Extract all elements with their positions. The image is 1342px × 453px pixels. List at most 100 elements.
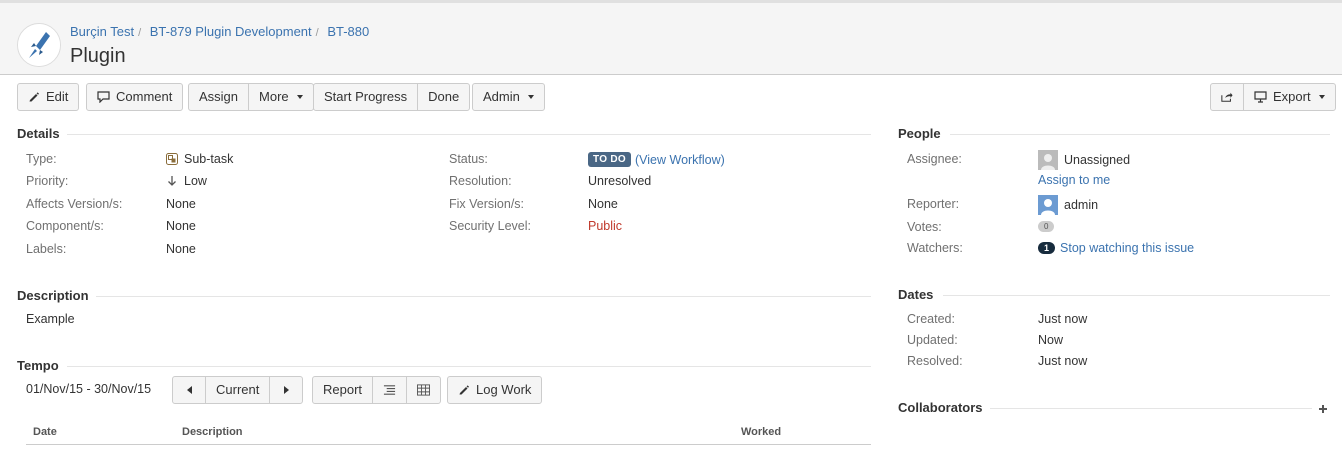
edit-button[interactable]: Edit [17, 83, 80, 111]
done-button[interactable]: Done [417, 83, 471, 111]
share-export-group: Export [1210, 83, 1336, 111]
more-button[interactable]: More [248, 83, 314, 111]
export-button[interactable]: Export [1243, 83, 1336, 111]
export-button-label: Export [1273, 89, 1311, 104]
created-label: Created: [907, 312, 955, 326]
previous-period-button[interactable] [172, 376, 206, 404]
next-period-button[interactable] [269, 376, 304, 404]
page-title: Plugin [70, 45, 126, 67]
table-icon [417, 384, 431, 396]
tempo-view-group: Report [312, 376, 442, 404]
caret-left-icon [186, 386, 192, 394]
reporter-value[interactable]: admin [1038, 195, 1098, 215]
worklog-header-divider [26, 444, 871, 445]
chevron-down-icon [296, 95, 303, 99]
details-divider [67, 134, 871, 135]
fix-version-label: Fix Version/s: [449, 197, 525, 211]
affects-version-label: Affects Version/s: [26, 197, 123, 211]
resolution-label: Resolution: [449, 174, 512, 188]
worklog-col-description[interactable]: Description [182, 426, 243, 438]
labels-label: Labels: [26, 242, 67, 256]
status-value: TO DO (View Workflow) [588, 152, 725, 167]
view-workflow-text: View Workflow [639, 152, 721, 167]
dates-divider [943, 295, 1330, 296]
view-workflow-link[interactable]: (View Workflow) [635, 153, 725, 167]
type-value: Sub-task [166, 152, 233, 166]
resolved-value: Just now [1038, 354, 1088, 368]
security-level-value: Public [588, 219, 623, 233]
comment-icon [97, 91, 110, 103]
admin-button[interactable]: Admin [472, 83, 545, 111]
watchers-count-badge[interactable]: 1 [1038, 242, 1056, 254]
priority-value-text: Low [184, 174, 207, 188]
breadcrumb-issue-key[interactable]: BT-880 [327, 24, 369, 39]
security-level-label: Security Level: [449, 219, 531, 233]
assignee-value-text: Unassigned [1064, 153, 1131, 167]
people-heading: People [898, 126, 941, 141]
done-button-label: Done [428, 89, 460, 104]
list-icon [383, 385, 396, 395]
description-text[interactable]: Example [26, 312, 75, 326]
details-heading: Details [17, 126, 60, 141]
labels-value: None [166, 242, 196, 256]
log-work-button[interactable]: Log Work [447, 376, 543, 404]
workflow-group: Start Progress Done [313, 83, 471, 111]
subtask-icon [166, 153, 178, 165]
chevron-down-icon [527, 95, 534, 99]
status-label: Status: [449, 152, 488, 166]
votes-count-badge[interactable]: 0 [1038, 221, 1055, 232]
breadcrumb-project[interactable]: Burçin Test [70, 24, 134, 39]
grid-view-button[interactable] [406, 376, 442, 404]
description-heading: Description [17, 288, 89, 303]
votes-label: Votes: [907, 220, 942, 234]
assignee-value: Unassigned [1038, 150, 1130, 170]
assign-to-me-link[interactable]: Assign to me [1038, 173, 1110, 187]
comment-button[interactable]: Comment [86, 83, 184, 111]
reporter-label: Reporter: [907, 197, 960, 211]
share-icon [1221, 92, 1233, 102]
admin-button-label: Admin [483, 89, 520, 104]
votes-value: 0 [1038, 221, 1055, 232]
affects-version-value: None [166, 197, 196, 211]
worklog-col-date[interactable]: Date [33, 426, 57, 438]
current-period-button[interactable]: Current [205, 376, 271, 404]
log-work-label: Log Work [476, 382, 532, 397]
collaborators-heading: Collaborators [898, 400, 983, 415]
breadcrumb: Burçin Test / BT-879 Plugin Development / … [70, 24, 370, 39]
report-button-label: Report [323, 382, 363, 397]
assign-button[interactable]: Assign [188, 83, 250, 111]
project-avatar[interactable] [17, 23, 61, 67]
people-divider [950, 134, 1330, 135]
assignee-label: Assignee: [907, 152, 962, 166]
watchers-value: 1 Stop watching this issue [1038, 241, 1194, 255]
chevron-down-icon [1318, 95, 1325, 99]
caret-right-icon [283, 386, 289, 394]
log-work-group: Log Work [447, 376, 543, 404]
resolved-label: Resolved: [907, 354, 963, 368]
comment-button-label: Comment [116, 89, 173, 104]
share-button[interactable] [1210, 83, 1244, 111]
reporter-value-text: admin [1064, 198, 1099, 212]
add-collaborator-icon[interactable] [1317, 403, 1329, 415]
worklog-col-worked[interactable]: Worked [741, 426, 781, 438]
admin-group: Admin [472, 83, 545, 111]
description-divider [96, 296, 871, 297]
pencil-icon [459, 385, 469, 395]
list-view-button[interactable] [372, 376, 408, 404]
fix-version-value: None [588, 197, 618, 211]
stop-watching-link[interactable]: Stop watching this issue [1060, 241, 1194, 255]
tempo-divider [67, 366, 871, 367]
updated-label: Updated: [907, 333, 958, 347]
created-value: Just now [1038, 312, 1088, 326]
component-value: None [166, 219, 196, 233]
tempo-date-range: 01/Nov/15 - 30/Nov/15 [26, 382, 152, 396]
type-value-text: Sub-task [184, 152, 234, 166]
tempo-period-group: Current [172, 376, 304, 404]
report-button[interactable]: Report [312, 376, 374, 404]
tempo-heading: Tempo [17, 358, 59, 373]
assign-button-label: Assign [199, 89, 239, 104]
breadcrumb-parent-issue[interactable]: BT-879 Plugin Development [150, 24, 312, 39]
assign-more-group: Assign More [188, 83, 314, 111]
collaborators-divider [990, 408, 1312, 409]
start-progress-button[interactable]: Start Progress [313, 83, 419, 111]
